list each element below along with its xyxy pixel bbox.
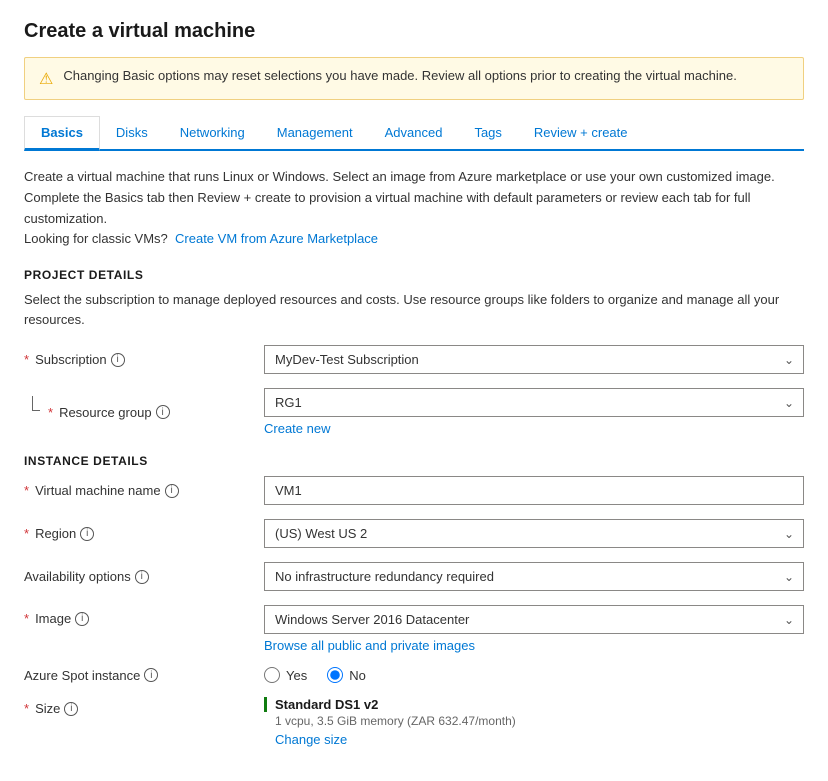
region-select-wrapper: (US) West US 2 ⌄: [264, 519, 804, 548]
classic-vms-label: Looking for classic VMs?: [24, 231, 168, 246]
tab-disks[interactable]: Disks: [100, 116, 164, 149]
spot-instance-info-icon[interactable]: i: [144, 668, 158, 682]
subscription-select-wrapper: MyDev-Test Subscription ⌄: [264, 345, 804, 374]
resource-group-row: * Resource group i RG1 ⌄ Create new: [48, 388, 804, 436]
resource-group-row-wrapper: * Resource group i RG1 ⌄ Create new: [24, 388, 804, 436]
tab-management[interactable]: Management: [261, 116, 369, 149]
size-detail: 1 vcpu, 3.5 GiB memory (ZAR 632.47/month…: [264, 714, 804, 728]
availability-value-col: No infrastructure redundancy required ⌄: [264, 562, 804, 591]
region-select[interactable]: (US) West US 2: [264, 519, 804, 548]
image-label-col: * Image i: [24, 605, 264, 626]
resource-group-select-wrapper: RG1 ⌄: [264, 388, 804, 417]
subscription-value: MyDev-Test Subscription ⌄: [264, 345, 804, 374]
vm-name-row: * Virtual machine name i: [24, 476, 804, 505]
image-row: * Image i Windows Server 2016 Datacenter…: [24, 605, 804, 653]
size-label: Size: [35, 701, 60, 716]
spot-instance-yes-label: Yes: [286, 668, 307, 683]
region-required: *: [24, 526, 29, 541]
size-required: *: [24, 701, 29, 716]
resource-group-label: Resource group: [59, 405, 152, 420]
spot-instance-label-col: Azure Spot instance i: [24, 668, 264, 683]
subscription-required: *: [24, 352, 29, 367]
tab-networking[interactable]: Networking: [164, 116, 261, 149]
change-size-link[interactable]: Change size: [264, 732, 804, 747]
region-label-col: * Region i: [24, 526, 264, 541]
availability-select[interactable]: No infrastructure redundancy required: [264, 562, 804, 591]
vm-name-info-icon[interactable]: i: [165, 484, 179, 498]
spot-instance-yes-radio[interactable]: [264, 667, 280, 683]
size-info-block: Standard DS1 v2 1 vcpu, 3.5 GiB memory (…: [264, 697, 804, 747]
image-select-wrapper: Windows Server 2016 Datacenter ⌄: [264, 605, 804, 634]
spot-instance-radio-group: Yes No: [264, 667, 804, 683]
subscription-select[interactable]: MyDev-Test Subscription: [264, 345, 804, 374]
spot-instance-no-label: No: [349, 668, 366, 683]
spot-instance-no-option[interactable]: No: [327, 667, 366, 683]
region-label: Region: [35, 526, 76, 541]
tab-basics[interactable]: Basics: [24, 116, 100, 151]
spot-instance-no-radio[interactable]: [327, 667, 343, 683]
spot-instance-value-col: Yes No: [264, 667, 804, 683]
availability-label-col: Availability options i: [24, 569, 264, 584]
resource-group-required: *: [48, 405, 53, 420]
subscription-label-col: * Subscription i: [24, 352, 264, 367]
region-info-icon[interactable]: i: [80, 527, 94, 541]
create-new-resource-group-link[interactable]: Create new: [264, 421, 804, 436]
resource-group-value-col: RG1 ⌄ Create new: [264, 388, 804, 436]
tab-review-create[interactable]: Review + create: [518, 116, 644, 149]
size-label-col: * Size i: [24, 697, 264, 716]
rg-indent: [24, 388, 48, 411]
availability-label: Availability options: [24, 569, 131, 584]
spot-instance-row: Azure Spot instance i Yes No: [24, 667, 804, 683]
region-value-col: (US) West US 2 ⌄: [264, 519, 804, 548]
vm-name-value-col: [264, 476, 804, 505]
page-title: Create a virtual machine: [24, 20, 804, 43]
tab-tags[interactable]: Tags: [458, 116, 517, 149]
spot-instance-label: Azure Spot instance: [24, 668, 140, 683]
image-value-col: Windows Server 2016 Datacenter ⌄ Browse …: [264, 605, 804, 653]
browse-images-link[interactable]: Browse all public and private images: [264, 638, 804, 653]
resource-group-label-col: * Resource group i: [48, 405, 264, 420]
resource-group-info-icon[interactable]: i: [156, 405, 170, 419]
size-name: Standard DS1 v2: [264, 697, 804, 712]
image-label: Image: [35, 611, 71, 626]
size-row: * Size i Standard DS1 v2 1 vcpu, 3.5 GiB…: [24, 697, 804, 747]
rg-line-h: [32, 410, 40, 411]
page-description: Create a virtual machine that runs Linux…: [24, 167, 804, 250]
warning-icon: ⚠: [39, 69, 53, 89]
project-details-title: PROJECT DETAILS: [24, 268, 804, 282]
classic-vms-link[interactable]: Create VM from Azure Marketplace: [175, 231, 378, 246]
subscription-label: Subscription: [35, 352, 107, 367]
availability-row: Availability options i No infrastructure…: [24, 562, 804, 591]
image-info-icon[interactable]: i: [75, 612, 89, 626]
description-line2: Complete the Basics tab then Review + cr…: [24, 190, 751, 226]
image-required: *: [24, 611, 29, 626]
size-info-icon[interactable]: i: [64, 702, 78, 716]
spot-instance-yes-option[interactable]: Yes: [264, 667, 307, 683]
availability-info-icon[interactable]: i: [135, 570, 149, 584]
region-row: * Region i (US) West US 2 ⌄: [24, 519, 804, 548]
size-value-col: Standard DS1 v2 1 vcpu, 3.5 GiB memory (…: [264, 697, 804, 747]
subscription-info-icon[interactable]: i: [111, 353, 125, 367]
tab-advanced[interactable]: Advanced: [369, 116, 459, 149]
project-details-desc: Select the subscription to manage deploy…: [24, 290, 804, 329]
rg-line-v: [32, 396, 33, 410]
warning-text: Changing Basic options may reset selecti…: [63, 68, 736, 83]
instance-details-title: INSTANCE DETAILS: [24, 454, 804, 468]
image-select[interactable]: Windows Server 2016 Datacenter: [264, 605, 804, 634]
warning-banner: ⚠ Changing Basic options may reset selec…: [24, 57, 804, 100]
vm-name-required: *: [24, 483, 29, 498]
description-line1: Create a virtual machine that runs Linux…: [24, 169, 775, 184]
resource-group-select[interactable]: RG1: [264, 388, 804, 417]
vm-name-input[interactable]: [264, 476, 804, 505]
vm-name-label: Virtual machine name: [35, 483, 161, 498]
tab-bar: Basics Disks Networking Management Advan…: [24, 116, 804, 151]
availability-select-wrapper: No infrastructure redundancy required ⌄: [264, 562, 804, 591]
subscription-row: * Subscription i MyDev-Test Subscription…: [24, 345, 804, 374]
vm-name-label-col: * Virtual machine name i: [24, 483, 264, 498]
